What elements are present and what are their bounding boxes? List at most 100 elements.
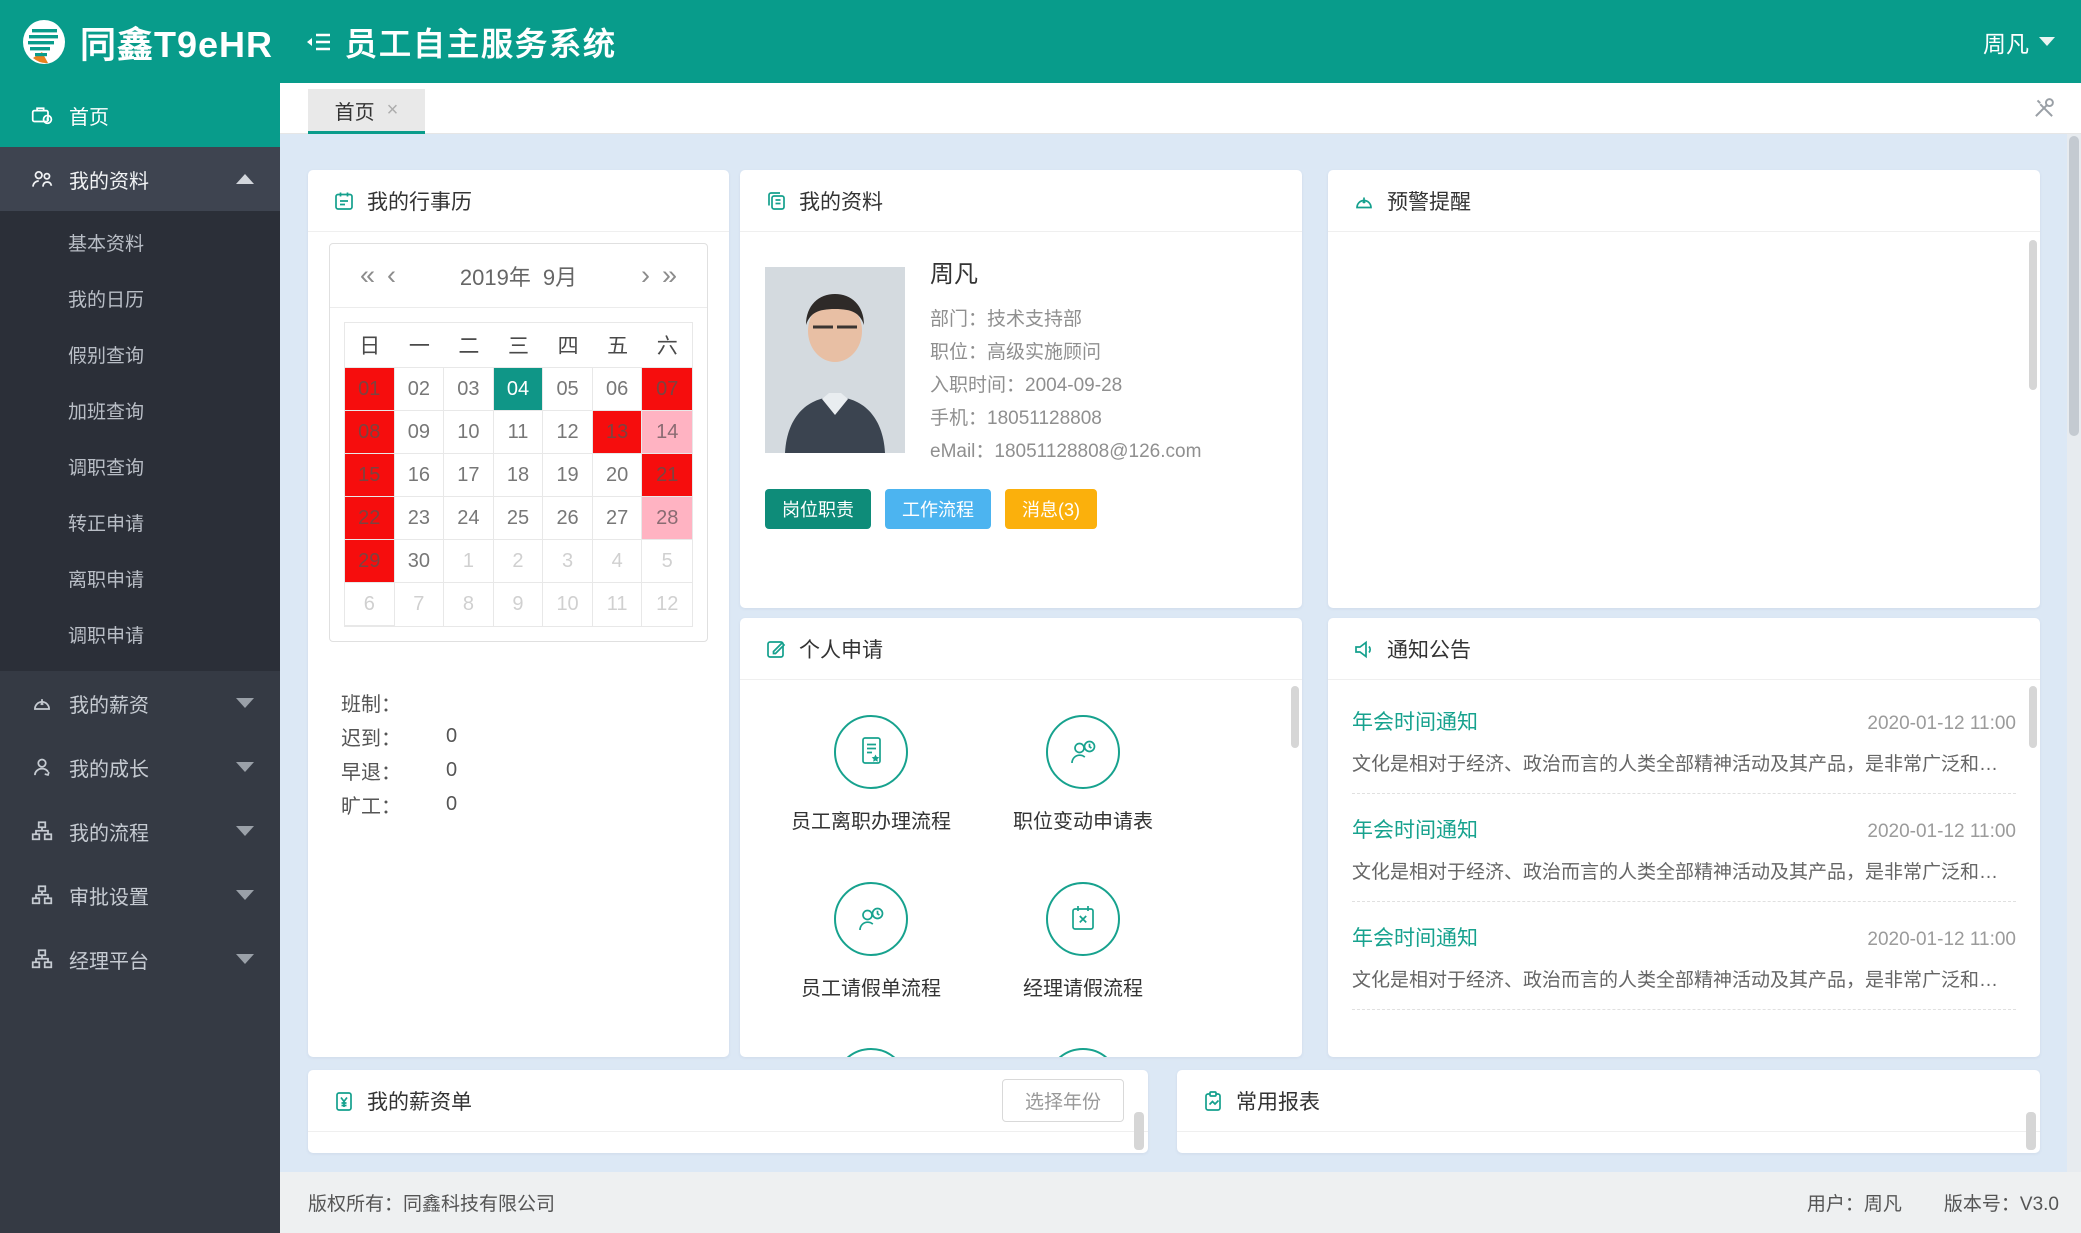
calendar-day[interactable]: 9: [494, 583, 544, 626]
calendar-day[interactable]: 11: [494, 411, 544, 454]
user-menu[interactable]: 周凡: [1983, 25, 2055, 59]
calendar-day[interactable]: 27: [593, 497, 643, 540]
sidebar-item-my-profile[interactable]: 我的资料: [0, 147, 280, 211]
calendar-day[interactable]: 25: [494, 497, 544, 540]
notice-title-link[interactable]: 年会时间通知: [1352, 706, 1478, 736]
prev-year-button[interactable]: «: [354, 262, 381, 289]
calendar-day[interactable]: 10: [444, 411, 494, 454]
apply-item-partial[interactable]: [765, 1048, 977, 1057]
calendar-day[interactable]: 5: [642, 540, 692, 583]
next-year-button[interactable]: »: [656, 262, 683, 289]
sidebar-item-my-workflow[interactable]: 我的流程: [0, 799, 280, 863]
close-icon[interactable]: ×: [387, 100, 399, 120]
company-logo-icon: [20, 18, 68, 66]
field-value: 高级实施顾问: [987, 342, 1101, 363]
sidebar-subitem[interactable]: 离职申请: [0, 553, 280, 609]
stat-row: 班制：: [341, 685, 708, 719]
scrollbar-thumb[interactable]: [1134, 1112, 1144, 1150]
calendar-day[interactable]: 19: [543, 454, 593, 497]
calendar-day[interactable]: 21: [642, 454, 692, 497]
calendar-day[interactable]: 04: [494, 368, 544, 411]
sidebar-item-approval-settings[interactable]: 审批设置: [0, 863, 280, 927]
sitemap-icon: [30, 947, 54, 971]
profile-action-button[interactable]: 岗位职责: [765, 489, 871, 529]
calendar-day[interactable]: 03: [444, 368, 494, 411]
sidebar-item-my-salary[interactable]: 我的薪资: [0, 671, 280, 735]
profile-field: eMail：18051128808@126.com: [930, 435, 1201, 468]
sidebar-item-label: 首页: [69, 101, 109, 130]
calendar-day[interactable]: 23: [395, 497, 445, 540]
scrollbar-thumb[interactable]: [2029, 240, 2037, 390]
calendar-day[interactable]: 17: [444, 454, 494, 497]
apply-item-manager-leave[interactable]: 经理请假流程: [977, 882, 1189, 1001]
calendar-day[interactable]: 07: [642, 368, 692, 411]
brand-name: 同鑫T9eHR: [80, 16, 273, 68]
calendar-day[interactable]: 6: [345, 583, 395, 626]
calendar-day[interactable]: 06: [593, 368, 643, 411]
apply-item-employee-leave[interactable]: 员工请假单流程: [765, 882, 977, 1001]
calendar-day[interactable]: 28: [642, 497, 692, 540]
sidebar-item-my-growth[interactable]: 我的成长: [0, 735, 280, 799]
main-scrollbar[interactable]: [2067, 134, 2081, 1172]
calendar-day[interactable]: 15: [345, 454, 395, 497]
select-year-button[interactable]: 选择年份: [1002, 1079, 1124, 1122]
sidebar-item-home[interactable]: 首页: [0, 83, 280, 147]
calendar-day[interactable]: 26: [543, 497, 593, 540]
profile-action-button[interactable]: 消息(3): [1005, 489, 1097, 529]
stat-label: 早退：: [341, 756, 446, 785]
field-value: 2004-09-28: [1025, 375, 1122, 396]
tab-home[interactable]: 首页 ×: [308, 89, 425, 134]
apply-item-partial[interactable]: [977, 1048, 1189, 1057]
calendar-day[interactable]: 12: [543, 411, 593, 454]
calendar-day[interactable]: 1: [444, 540, 494, 583]
calendar-day[interactable]: 2: [494, 540, 544, 583]
profile-action-button[interactable]: 工作流程: [885, 489, 991, 529]
calendar-day[interactable]: 08: [345, 411, 395, 454]
sidebar-subitem[interactable]: 转正申请: [0, 497, 280, 553]
calendar-day[interactable]: 24: [444, 497, 494, 540]
apply-item-position-change[interactable]: 职位变动申请表: [977, 715, 1189, 834]
calendar-day[interactable]: 12: [642, 583, 692, 626]
sidebar-item-label: 审批设置: [69, 881, 149, 910]
calendar-day[interactable]: 7: [395, 583, 445, 626]
calendar-day[interactable]: 30: [395, 540, 445, 583]
calendar-day[interactable]: 13: [593, 411, 643, 454]
calendar-day[interactable]: 01: [345, 368, 395, 411]
prev-month-button[interactable]: ‹: [381, 262, 402, 289]
calendar-day[interactable]: 02: [395, 368, 445, 411]
scrollbar-thumb[interactable]: [2026, 1112, 2036, 1150]
sidebar-subitem[interactable]: 假别查询: [0, 329, 280, 385]
main-scrollbar-thumb[interactable]: [2069, 136, 2079, 436]
tab-bar: 首页 ×: [280, 83, 2081, 134]
calendar-day[interactable]: 8: [444, 583, 494, 626]
sidebar-subitem[interactable]: 加班查询: [0, 385, 280, 441]
calendar-day[interactable]: 4: [593, 540, 643, 583]
calendar-day[interactable]: 14: [642, 411, 692, 454]
calendar-day[interactable]: 20: [593, 454, 643, 497]
tools-icon[interactable]: [2031, 95, 2057, 121]
calendar-day[interactable]: 11: [593, 583, 643, 626]
sidebar-subitem[interactable]: 基本资料: [0, 217, 280, 273]
calendar-day[interactable]: 05: [543, 368, 593, 411]
calendar-day[interactable]: 22: [345, 497, 395, 540]
sidebar-subitem[interactable]: 调职申请: [0, 609, 280, 665]
sidebar-item-manager-platform[interactable]: 经理平台: [0, 927, 280, 991]
calendar-day[interactable]: 18: [494, 454, 544, 497]
menu-fold-icon[interactable]: [305, 30, 333, 54]
calendar-day[interactable]: 10: [543, 583, 593, 626]
calendar-day[interactable]: 3: [543, 540, 593, 583]
next-month-button[interactable]: ›: [635, 262, 656, 289]
sidebar-subitem[interactable]: 调职查询: [0, 441, 280, 497]
calendar-day[interactable]: 16: [395, 454, 445, 497]
calendar-day[interactable]: 29: [345, 540, 395, 583]
notice-title-link[interactable]: 年会时间通知: [1352, 922, 1478, 952]
report-card: 常用报表: [1177, 1070, 2040, 1153]
calendar-day[interactable]: 09: [395, 411, 445, 454]
notice-title-link[interactable]: 年会时间通知: [1352, 814, 1478, 844]
apply-item-resign-process[interactable]: 员工离职办理流程: [765, 715, 977, 834]
day-header: 五: [593, 323, 643, 367]
sidebar-subitem[interactable]: 我的日历: [0, 273, 280, 329]
stat-label: 旷工：: [341, 790, 446, 819]
scrollbar-thumb[interactable]: [2029, 686, 2037, 748]
scrollbar-thumb[interactable]: [1291, 686, 1299, 748]
